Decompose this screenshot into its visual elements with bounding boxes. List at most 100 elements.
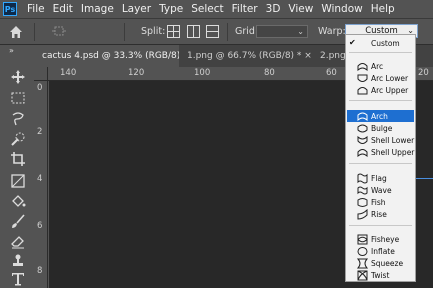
warp-option-label: Flag <box>371 173 387 183</box>
home-icon[interactable] <box>8 24 24 40</box>
separator <box>34 23 35 41</box>
arch-icon <box>357 112 368 121</box>
warp-option-label: Shell Upper <box>371 147 415 157</box>
warp-option-twist[interactable]: Twist <box>347 269 414 281</box>
collapse-panel-icon[interactable]: » <box>9 46 14 55</box>
brush-tool-icon[interactable] <box>10 213 26 229</box>
chevron-down-icon: ⌄ <box>297 27 304 36</box>
lasso-tool-icon[interactable] <box>10 110 26 126</box>
warp-option-custom[interactable]: Custom <box>347 37 414 49</box>
tools-panel: » <box>0 45 34 288</box>
menu-separator <box>349 52 412 53</box>
fish-icon <box>357 197 368 207</box>
menu-window[interactable]: Window <box>317 0 366 18</box>
flag-icon <box>357 173 368 183</box>
inflate-icon <box>357 246 368 256</box>
warp-option-shell-upper[interactable]: Shell Upper <box>347 146 414 158</box>
warp-option-label: Arc Lower <box>371 73 409 83</box>
crop-tool-icon[interactable] <box>10 151 26 167</box>
stamp-tool-icon[interactable] <box>10 253 26 269</box>
warp-option-label: Bulge <box>371 123 393 133</box>
warp-option-label: Shell Lower <box>371 135 415 145</box>
split-horizontal-icon[interactable] <box>206 25 219 38</box>
warp-option-fisheye[interactable]: Fisheye <box>347 233 414 245</box>
arc-upper-icon <box>357 86 368 94</box>
eraser-tool-icon[interactable] <box>10 233 26 249</box>
split-vertical-icon[interactable] <box>187 25 200 38</box>
ruler-tick: 140 <box>60 68 77 78</box>
menu-separator <box>349 100 412 101</box>
menu-image[interactable]: Image <box>77 0 118 18</box>
warp-option-label: Twist <box>371 270 390 280</box>
warp-option-arc-lower[interactable]: Arc Lower <box>347 72 414 84</box>
ruler-tick: 20 <box>418 68 429 78</box>
menu-view[interactable]: View <box>284 0 317 18</box>
photoshop-logo-icon: Ps <box>3 2 17 16</box>
arc-icon <box>357 62 368 71</box>
marquee-tool-icon[interactable] <box>10 90 26 106</box>
ruler-corner <box>34 67 48 81</box>
separator <box>124 23 125 41</box>
warp-option-arc[interactable]: Arc <box>347 60 414 72</box>
warp-option-arch[interactable]: Arch <box>347 110 414 122</box>
warp-label: Warp: <box>318 26 346 37</box>
transform-toggle-icon[interactable] <box>52 25 66 37</box>
separator <box>227 23 228 41</box>
split-label: Split: <box>141 26 166 37</box>
shell-lower-icon <box>357 135 368 144</box>
ruler-tick: 0 <box>37 83 43 93</box>
ruler-tick: 6 <box>37 221 43 231</box>
ruler-tick: 60 <box>326 68 337 78</box>
menu-edit[interactable]: Edit <box>49 0 77 18</box>
grid-label: Grid: <box>235 26 259 37</box>
menu-separator <box>349 225 412 226</box>
warp-option-label: Inflate <box>371 246 395 256</box>
squeeze-icon <box>357 258 368 268</box>
warp-option-bulge[interactable]: Bulge <box>347 122 414 134</box>
menu-help[interactable]: Help <box>367 0 399 18</box>
frame-tool-icon[interactable] <box>10 173 26 189</box>
bulge-icon <box>357 124 368 132</box>
fisheye-icon <box>357 234 368 244</box>
split-crosswise-icon[interactable] <box>167 25 180 38</box>
ruler-tick: 8 <box>37 266 43 276</box>
menu-file[interactable]: File <box>23 0 49 18</box>
warp-option-arc-upper[interactable]: Arc Upper <box>347 84 414 96</box>
guide-line <box>416 178 433 179</box>
warp-option-fish[interactable]: Fish <box>347 196 414 208</box>
twist-icon <box>357 270 368 280</box>
type-tool-icon[interactable] <box>10 271 26 287</box>
shell-upper-icon <box>357 148 368 157</box>
tab-1-png[interactable]: 1.png @ 66.7% (RGB/8) * × <box>179 45 321 67</box>
paint-bucket-tool-icon[interactable] <box>10 193 26 209</box>
rise-icon <box>357 208 368 220</box>
warp-option-flag[interactable]: Flag <box>347 172 414 184</box>
warp-option-label: Rise <box>371 209 387 219</box>
warp-option-rise[interactable]: Rise <box>347 208 414 220</box>
grid-select[interactable]: ⌄ <box>256 25 308 38</box>
menu-separator <box>349 163 412 164</box>
warp-option-label: Arc <box>371 61 384 71</box>
warp-option-shell-lower[interactable]: Shell Lower <box>347 134 414 146</box>
menu-3d[interactable]: 3D <box>262 0 285 18</box>
menu-layer[interactable]: Layer <box>118 0 155 18</box>
menu-select[interactable]: Select <box>187 0 227 18</box>
tab-cactus[interactable]: cactus 4.psd @ 33.3% (RGB/8) × <box>34 45 200 67</box>
wave-icon <box>357 186 368 194</box>
menu-type[interactable]: Type <box>155 0 187 18</box>
ruler-tick: 120 <box>128 68 145 78</box>
warp-option-wave[interactable]: Wave <box>347 184 414 196</box>
warp-option-label: Wave <box>371 185 392 195</box>
move-tool-icon[interactable] <box>10 69 26 85</box>
warp-option-label: Fish <box>371 197 386 207</box>
quick-selection-tool-icon[interactable] <box>10 131 26 147</box>
warp-dropdown-menu: ✔ Custom Arc Arc Lower Arc Upper Arch Bu… <box>345 34 416 282</box>
warp-option-squeeze[interactable]: Squeeze <box>347 257 414 269</box>
warp-option-inflate[interactable]: Inflate <box>347 245 414 257</box>
menu-bar: Ps File Edit Image Layer Type Select Fil… <box>0 0 433 18</box>
warp-option-label: Custom <box>371 38 400 48</box>
menu-filter[interactable]: Filter <box>228 0 262 18</box>
warp-option-label: Arch <box>371 111 388 121</box>
ruler-tick: 2 <box>37 127 43 137</box>
warp-option-label: Squeeze <box>371 258 404 268</box>
